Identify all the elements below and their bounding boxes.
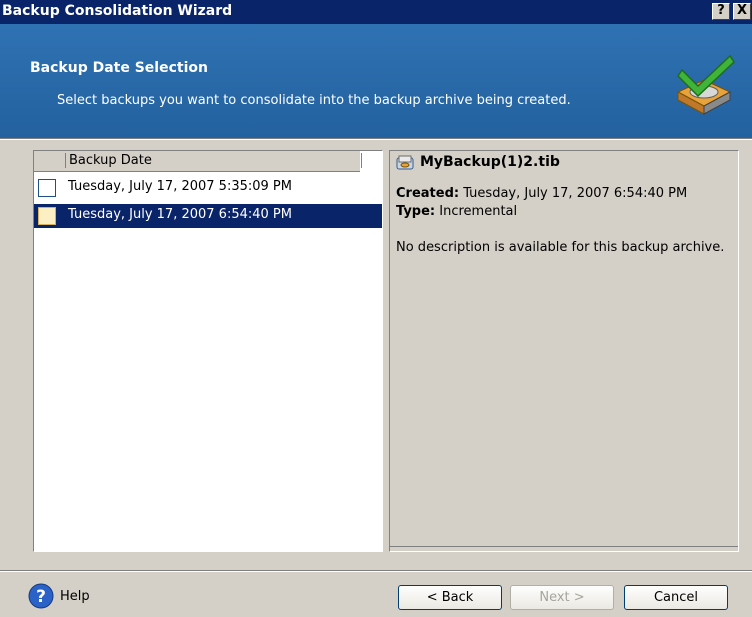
header-separator — [0, 138, 752, 140]
title-bar[interactable]: Backup Consolidation Wizard ? X — [0, 0, 752, 24]
page-title: Backup Date Selection — [30, 60, 208, 76]
column-header[interactable]: Backup Date — [34, 151, 362, 172]
archive-description: No description is available for this bac… — [396, 240, 725, 255]
backup-date-list[interactable]: Backup Date Tuesday, July 17, 2007 5:35:… — [33, 150, 383, 552]
next-button[interactable]: Next > — [510, 585, 614, 610]
created-line: Created: Tuesday, July 17, 2007 6:54:40 … — [396, 186, 687, 201]
type-value: Incremental — [439, 204, 518, 219]
help-link[interactable]: Help — [60, 589, 90, 604]
type-label: Type: — [396, 204, 436, 219]
archive-file-icon — [396, 155, 414, 170]
help-title-button[interactable]: ? — [712, 3, 730, 20]
help-icon[interactable]: ? — [28, 583, 54, 609]
back-button[interactable]: < Back — [398, 585, 502, 610]
close-button[interactable]: X — [733, 3, 751, 20]
page-subtitle: Select backups you want to consolidate i… — [57, 93, 571, 108]
backup-details-panel: MyBackup(1)2.tib Created: Tuesday, July … — [389, 150, 739, 552]
wizard-window: Backup Consolidation Wizard ? X Backup D… — [0, 0, 752, 617]
row-checkbox[interactable] — [38, 207, 56, 225]
row-label: Tuesday, July 17, 2007 5:35:09 PM — [68, 179, 292, 194]
column-divider-end — [361, 153, 362, 168]
list-item[interactable]: Tuesday, July 17, 2007 5:35:09 PM — [34, 176, 382, 200]
wizard-disk-check-icon — [676, 54, 735, 115]
wizard-header: Backup Date Selection Select backups you… — [0, 24, 752, 138]
panel-divider — [390, 546, 738, 547]
row-checkbox[interactable] — [38, 179, 56, 197]
cancel-button[interactable]: Cancel — [624, 585, 728, 610]
column-divider — [65, 153, 66, 168]
footer-separator — [0, 570, 752, 572]
archive-file-name: MyBackup(1)2.tib — [420, 154, 560, 170]
list-item-selected[interactable]: Tuesday, July 17, 2007 6:54:40 PM — [34, 204, 382, 228]
created-value: Tuesday, July 17, 2007 6:54:40 PM — [463, 186, 688, 201]
window-title: Backup Consolidation Wizard — [2, 3, 233, 19]
created-label: Created: — [396, 186, 460, 201]
svg-text:?: ? — [36, 587, 46, 607]
row-label: Tuesday, July 17, 2007 6:54:40 PM — [68, 207, 292, 222]
type-line: Type: Incremental — [396, 204, 517, 219]
column-header-label: Backup Date — [69, 153, 152, 168]
